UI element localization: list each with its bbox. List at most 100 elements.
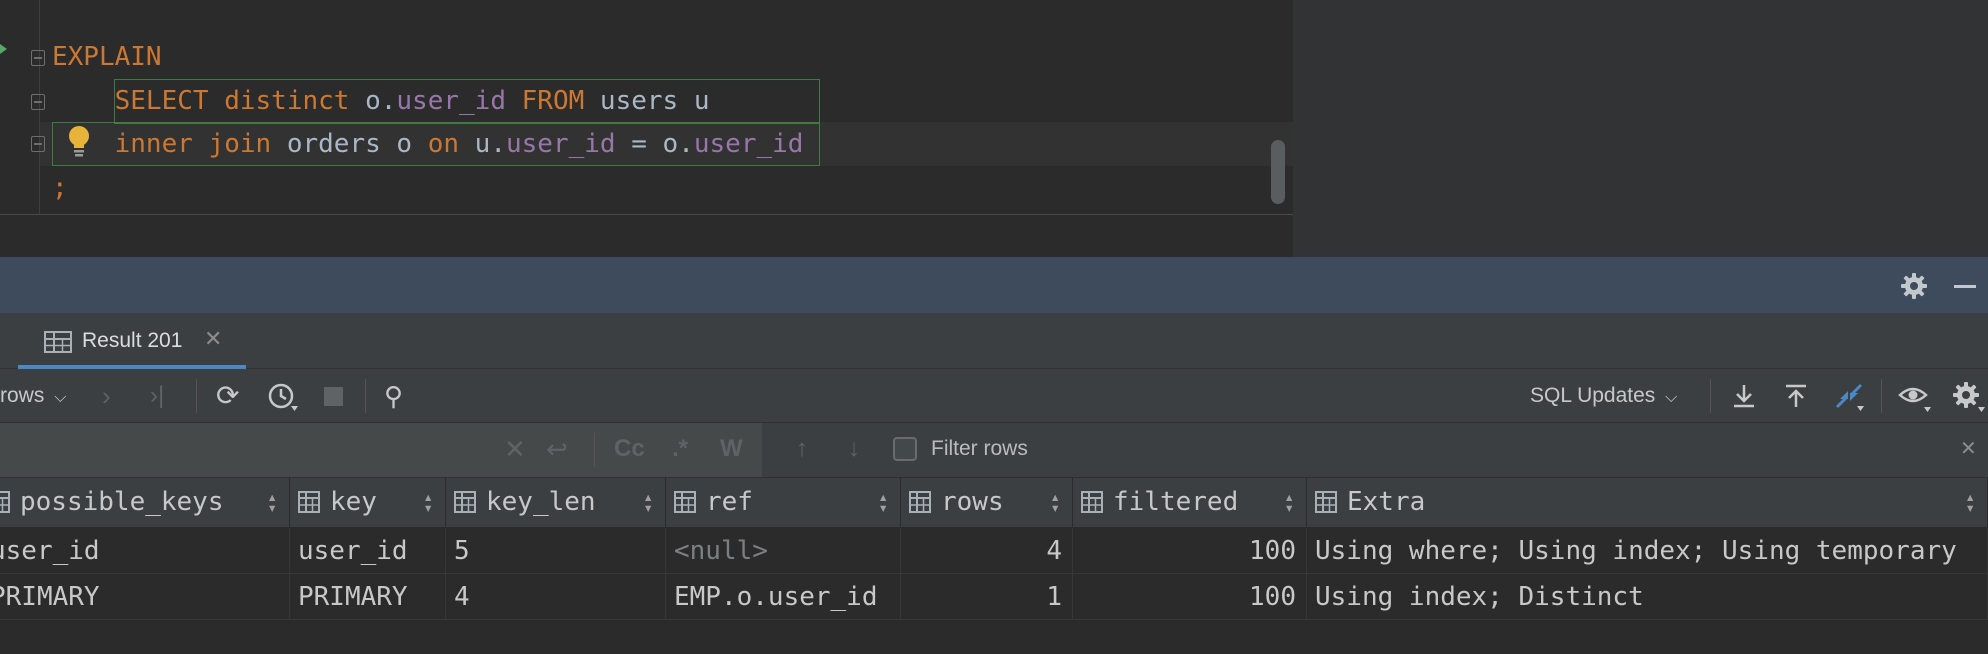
result-toolbar: rows ⌵ › ›| ⟳ ⚲ SQL Updates ⌵ [0, 369, 1988, 423]
grid-header: possible_keys ▴ ▾ key ▴ ▾ key_len ▴ ▾ ref ▴ ▾ rows ▴ ▾… [0, 478, 1988, 528]
match-case-icon[interactable]: Cc [614, 434, 645, 464]
table-cell[interactable]: EMP.o.user_id [666, 574, 901, 620]
view-icon[interactable] [1898, 383, 1932, 413]
code-token: ; [52, 173, 68, 203]
table-cell[interactable]: user_id [290, 528, 446, 574]
search-input[interactable]: ✕ ↩ Cc .* W [0, 423, 762, 477]
code-token: orders o [271, 129, 428, 159]
clear-icon[interactable]: ✕ [504, 434, 526, 464]
table-cell[interactable]: Using index; Distinct [1307, 574, 1988, 620]
table-cell[interactable]: <null> [666, 528, 901, 574]
fold-icon[interactable] [31, 136, 45, 152]
rows-page-size-dropdown[interactable]: rows ⌵ [0, 369, 66, 423]
import-icon[interactable] [1783, 383, 1809, 409]
next-occurrence-icon[interactable]: ↓ [848, 434, 860, 464]
code-line[interactable]: SELECT distinct o.user_id FROM users u [52, 79, 710, 123]
sort-icon[interactable]: ▴ ▾ [1050, 489, 1060, 516]
code-token: = o. [615, 129, 694, 159]
last-page-icon[interactable]: ›| [150, 369, 164, 423]
gear-icon[interactable] [1952, 381, 1986, 413]
column-name: possible_keys [20, 487, 224, 517]
sort-icon[interactable]: ▴ ▾ [643, 489, 653, 516]
table-column-icon [0, 491, 10, 513]
table-column-icon [1315, 491, 1337, 513]
table-cell[interactable]: 100 [1073, 574, 1307, 620]
column-name: ref [706, 487, 753, 517]
column-header-rows[interactable]: rows ▴ ▾ [901, 478, 1073, 528]
fold-icon[interactable] [31, 50, 45, 66]
table-cell[interactable]: Using where; Using index; Using temporar… [1307, 528, 1988, 574]
table-cell[interactable]: 5 [446, 528, 666, 574]
code-token: user_id [506, 129, 616, 159]
next-page-icon[interactable]: › [102, 369, 111, 423]
code-token: u. [459, 129, 506, 159]
sql-updates-dropdown[interactable]: SQL Updates ⌵ [1530, 369, 1677, 423]
table-row[interactable]: PRIMARY PRIMARY 4 EMP.o.user_id 1 100 Using in… [0, 574, 1988, 620]
sql-editor[interactable]: EXPLAIN SELECT distinct o.user_id FROM u… [0, 0, 1293, 257]
minimize-icon[interactable] [1954, 285, 1976, 288]
table-cell[interactable]: PRIMARY [290, 574, 446, 620]
history-icon[interactable] [267, 382, 299, 412]
fold-icon[interactable] [31, 94, 45, 110]
table-column-icon [298, 491, 320, 513]
editor-footer-area [0, 215, 1293, 257]
code-line[interactable]: ; [52, 166, 68, 210]
table-cell[interactable]: user_id [0, 528, 290, 574]
compare-icon[interactable] [1833, 381, 1865, 413]
tab-label: Result 201 [82, 329, 183, 352]
code-token: user_id [693, 129, 804, 159]
refresh-icon[interactable]: ⟳ [216, 369, 239, 423]
table-column-icon [454, 491, 476, 513]
previous-occurrence-icon[interactable]: ↑ [796, 434, 808, 464]
pin-icon[interactable]: ⚲ [384, 369, 403, 423]
code-line[interactable]: inner join orders o on u.user_id = o.use… [52, 122, 804, 166]
column-header-extra[interactable]: Extra ▴ ▾ [1307, 478, 1988, 528]
gear-icon[interactable] [1900, 272, 1928, 300]
tab-result-201[interactable]: Result 201 ✕ [18, 313, 246, 369]
table-cell[interactable]: 1 [901, 574, 1073, 620]
sort-icon[interactable]: ▴ ▾ [423, 489, 433, 516]
column-name: Extra [1347, 487, 1426, 517]
sort-icon[interactable]: ▴ ▾ [1965, 489, 1975, 516]
table-cell[interactable]: 4 [446, 574, 666, 620]
code-token: distinct [224, 86, 350, 116]
sort-icon[interactable]: ▴ ▾ [267, 489, 277, 516]
column-header-ref[interactable]: ref ▴ ▾ [666, 478, 901, 528]
sort-icon[interactable]: ▴ ▾ [878, 489, 888, 516]
regex-icon[interactable]: .* [672, 434, 688, 464]
sort-icon[interactable]: ▴ ▾ [1284, 489, 1294, 516]
close-icon[interactable]: ✕ [1960, 434, 1977, 464]
export-icon[interactable] [1731, 383, 1757, 409]
code-token: inner join [114, 129, 272, 159]
filter-rows-label: Filter rows [931, 437, 1028, 460]
column-name: key_len [486, 487, 596, 517]
column-header-key[interactable]: key ▴ ▾ [290, 478, 446, 528]
separator [365, 379, 366, 413]
column-header-key-len[interactable]: key_len ▴ ▾ [446, 478, 666, 528]
editor-scrollbar[interactable] [1271, 140, 1285, 204]
code-token: users u [584, 86, 710, 116]
code-line[interactable]: EXPLAIN [52, 35, 162, 79]
close-icon[interactable]: ✕ [204, 326, 222, 352]
separator [1710, 379, 1711, 413]
column-name: filtered [1113, 487, 1239, 517]
code-token: o. [349, 86, 397, 116]
filter-rows-checkbox[interactable] [893, 437, 917, 461]
table-cell[interactable]: 4 [901, 528, 1073, 574]
run-marker-icon[interactable] [0, 44, 7, 54]
words-icon[interactable]: W [720, 434, 743, 464]
separator [1881, 379, 1882, 413]
table-cell[interactable]: 100 [1073, 528, 1307, 574]
stop-icon[interactable] [324, 387, 343, 406]
new-line-icon[interactable]: ↩ [546, 434, 568, 464]
table-cell[interactable]: PRIMARY [0, 574, 290, 620]
table-column-icon [909, 491, 931, 513]
column-header-possible-keys[interactable]: possible_keys ▴ ▾ [0, 478, 290, 528]
chevron-down-icon: ⌵ [1665, 389, 1678, 406]
table-row[interactable]: user_id user_id 5 <null> 4 100 Using where; Us… [0, 528, 1988, 574]
lightbulb-icon[interactable] [67, 124, 91, 158]
column-header-filtered[interactable]: filtered ▴ ▾ [1073, 478, 1307, 528]
